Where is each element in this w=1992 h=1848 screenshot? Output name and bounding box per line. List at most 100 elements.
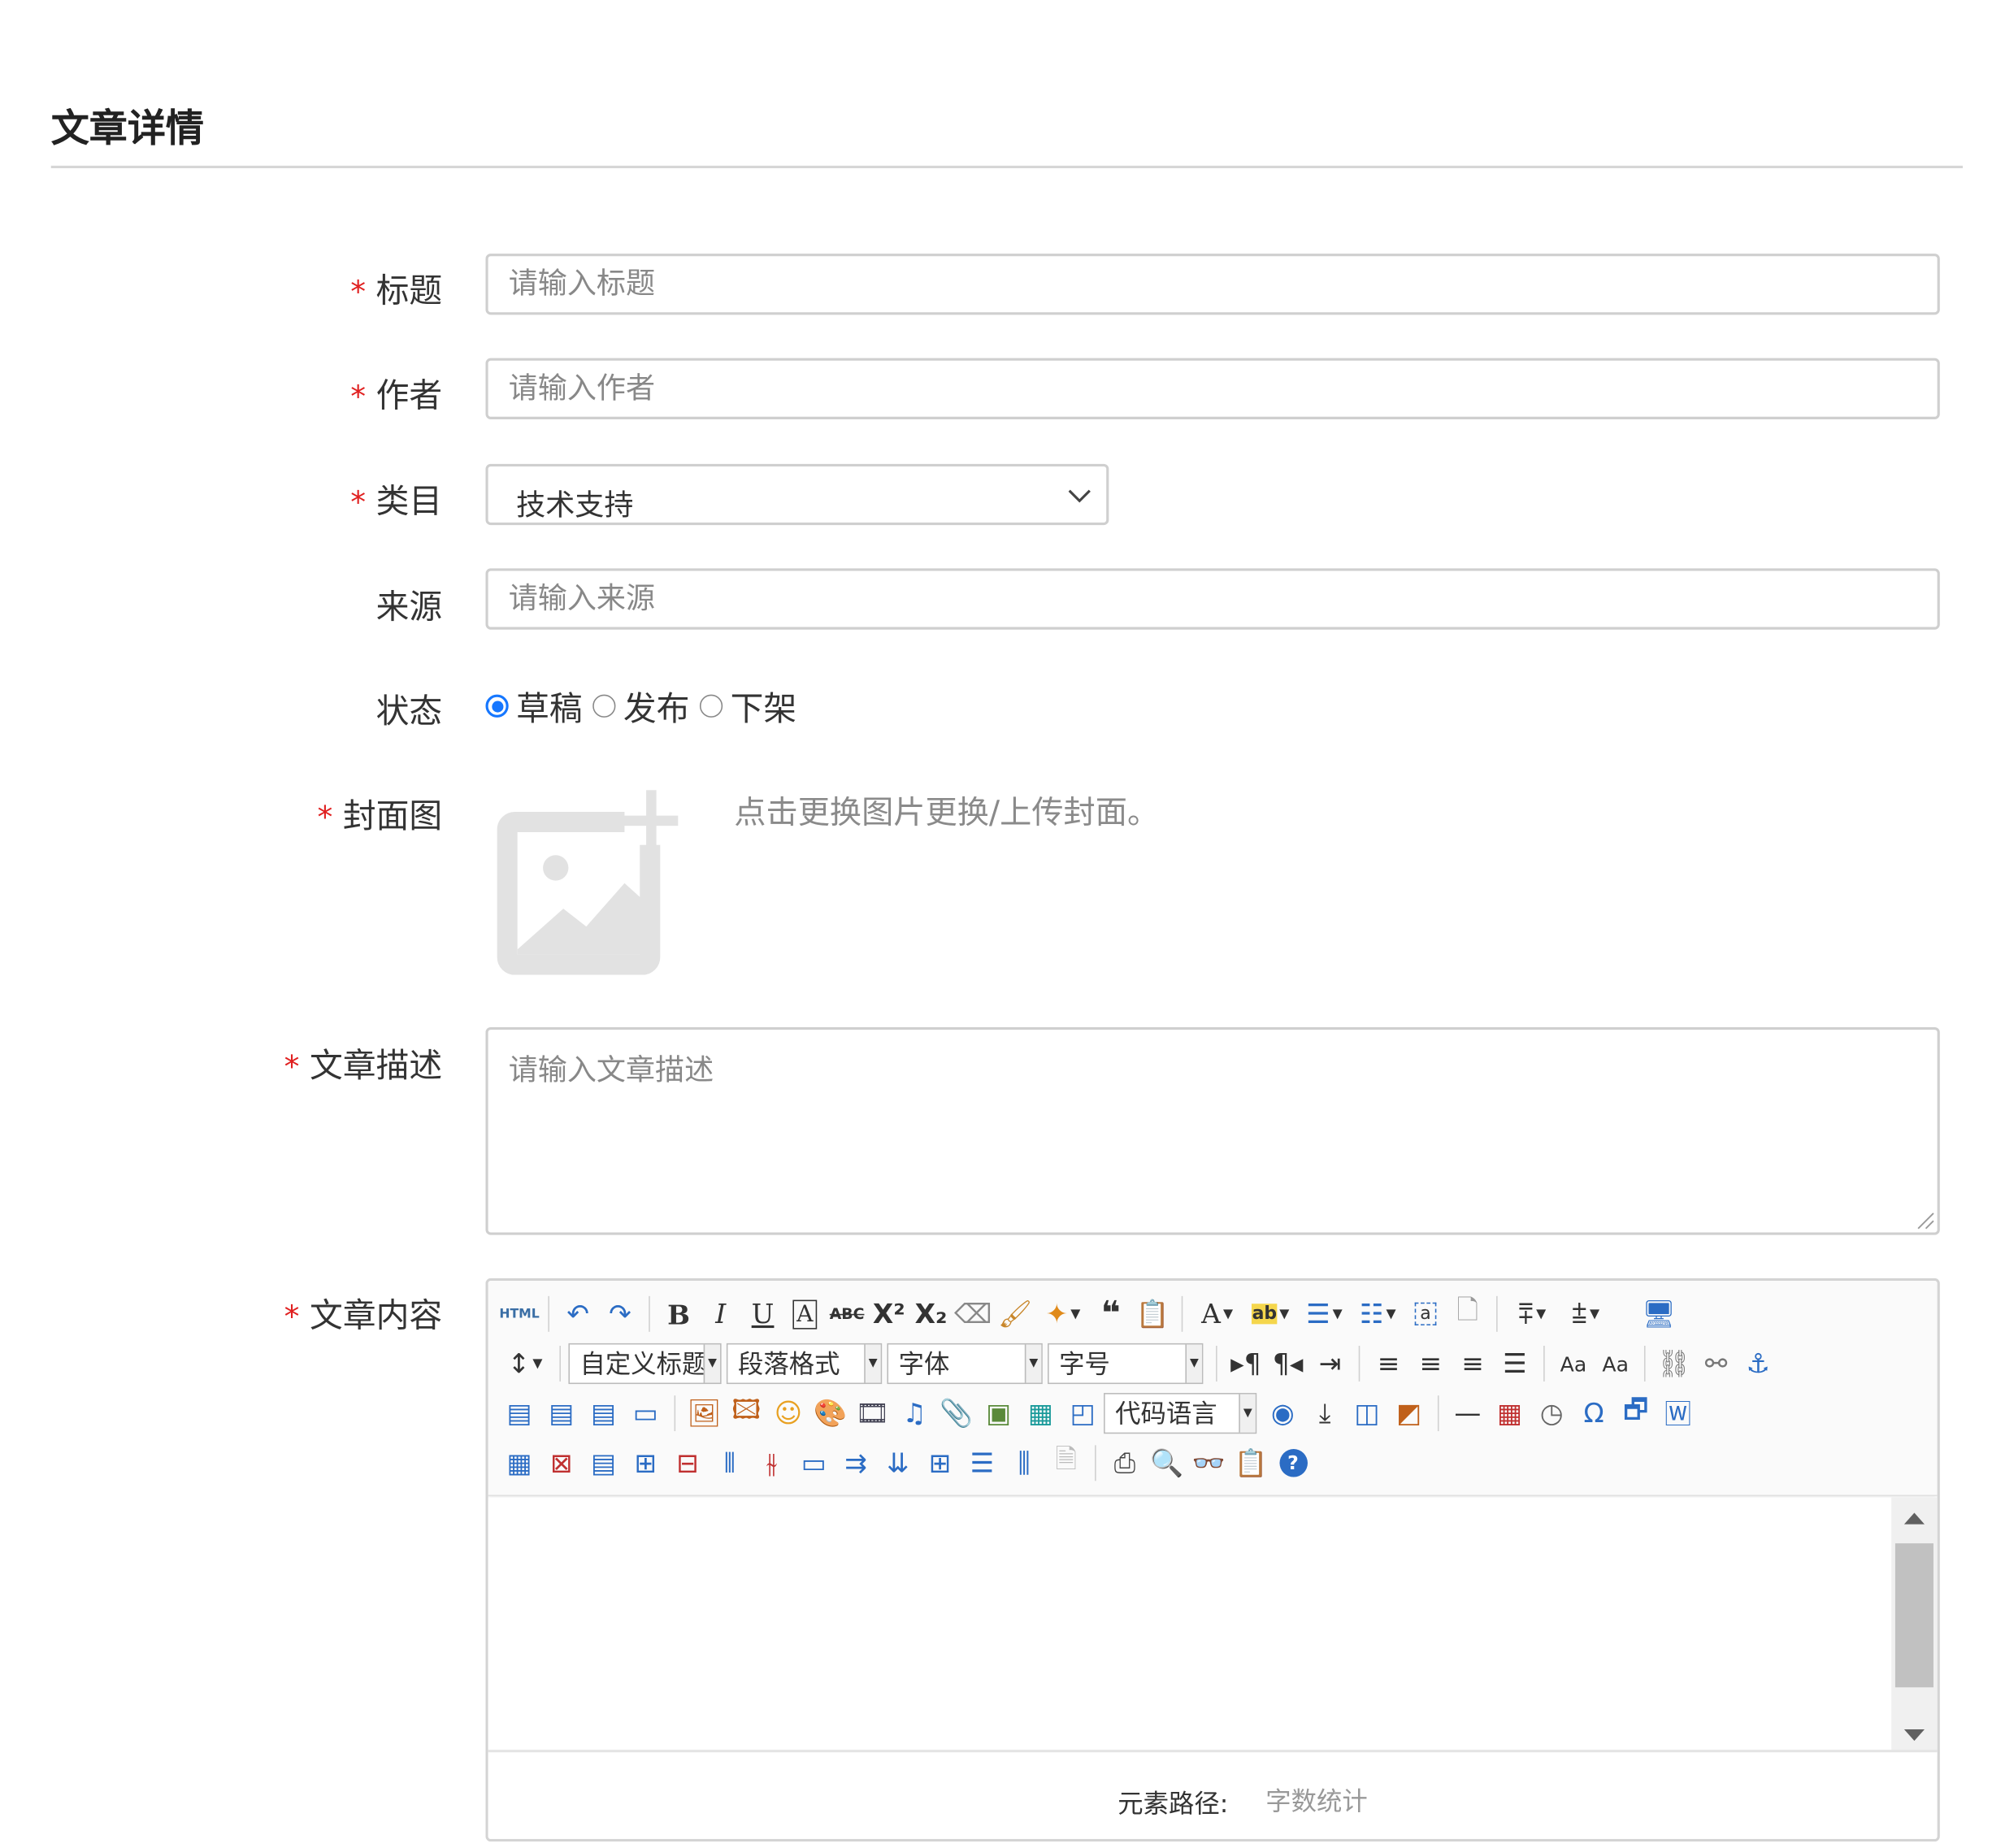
music-button[interactable]: ♫ bbox=[893, 1395, 935, 1433]
insert-row-button[interactable]: ⊞ bbox=[624, 1444, 666, 1482]
pagebreak-button[interactable]: ⤓ bbox=[1304, 1395, 1346, 1433]
print-button[interactable]: ⎙ bbox=[1104, 1444, 1146, 1482]
lowercase-button[interactable]: Aa bbox=[1595, 1344, 1637, 1382]
merge-right-button[interactable]: ⇉ bbox=[835, 1444, 877, 1482]
template-button[interactable]: ◫ bbox=[1346, 1395, 1388, 1433]
drafts-button[interactable]: 📋 bbox=[1230, 1444, 1272, 1482]
horizontal-rule-button[interactable]: — bbox=[1447, 1395, 1489, 1433]
word-image-button[interactable]: 🗗 bbox=[1615, 1394, 1657, 1433]
source-input[interactable]: 请输入来源 bbox=[485, 568, 1940, 630]
chart-button[interactable]: 🗎 bbox=[1045, 1443, 1087, 1482]
link-button[interactable]: ⛓ bbox=[1653, 1344, 1695, 1382]
undo-button[interactable]: ↶ bbox=[557, 1295, 599, 1333]
format-painter-button[interactable]: 🖌 bbox=[994, 1295, 1036, 1333]
background-button[interactable]: ◩ bbox=[1388, 1395, 1430, 1433]
font-border-button[interactable]: A bbox=[783, 1295, 826, 1333]
split-rows-button[interactable]: ☰ bbox=[961, 1444, 1003, 1482]
help-button[interactable]: ? bbox=[1272, 1444, 1314, 1482]
strikethrough-button[interactable]: ABC bbox=[826, 1295, 868, 1333]
paste-plain-button[interactable]: 📋 bbox=[1132, 1295, 1174, 1333]
editor-scrollbar[interactable] bbox=[1891, 1497, 1938, 1756]
font-color-button[interactable]: A ▼ bbox=[1191, 1295, 1244, 1333]
category-select[interactable]: 技术支持 bbox=[485, 463, 1109, 526]
image-none-button[interactable]: ▤ bbox=[498, 1395, 540, 1433]
delete-col-button[interactable]: ⫳ bbox=[751, 1444, 793, 1482]
emotion-button[interactable]: ☺ bbox=[767, 1395, 809, 1433]
select-all-button[interactable]: a bbox=[1404, 1295, 1447, 1333]
highlight-color-button[interactable]: ab ▼ bbox=[1244, 1295, 1298, 1333]
date-button[interactable]: ▦ bbox=[1489, 1395, 1531, 1433]
rtl-button[interactable]: ¶◂ bbox=[1267, 1344, 1309, 1382]
subscript-button[interactable]: X₂ bbox=[910, 1295, 953, 1333]
italic-button[interactable]: I bbox=[700, 1295, 742, 1333]
clear-doc-button[interactable]: 🗋 bbox=[1447, 1295, 1489, 1333]
insert-video-button[interactable]: 🎞 bbox=[852, 1395, 894, 1433]
insert-col-button[interactable]: ⫴ bbox=[709, 1444, 751, 1482]
image-right-button[interactable]: ▤ bbox=[583, 1395, 625, 1433]
delete-row-button[interactable]: ⊟ bbox=[666, 1444, 709, 1482]
image-center-button[interactable]: ▭ bbox=[624, 1395, 666, 1433]
word-import-button[interactable]: 🅆 bbox=[1657, 1395, 1699, 1433]
attachment-button[interactable]: 📎 bbox=[935, 1395, 978, 1433]
paragraph-format-combo[interactable]: 段落格式 ▼ bbox=[726, 1343, 883, 1385]
redo-button[interactable]: ↷ bbox=[599, 1295, 641, 1333]
search-replace-button[interactable]: 👓 bbox=[1188, 1444, 1230, 1482]
scroll-thumb[interactable] bbox=[1894, 1543, 1933, 1688]
image-placeholder-icon[interactable] bbox=[497, 783, 688, 975]
scroll-up-icon[interactable] bbox=[1903, 1512, 1925, 1525]
status-radio-publish[interactable] bbox=[592, 694, 616, 718]
merge-down-button[interactable]: ⇊ bbox=[877, 1444, 919, 1482]
align-center-button[interactable]: ≡ bbox=[1409, 1344, 1452, 1382]
unlink-button[interactable]: ⚯ bbox=[1695, 1344, 1738, 1382]
row-spacing-top-button[interactable]: ⩱ ▼ bbox=[1505, 1295, 1559, 1333]
scroll-down-icon[interactable] bbox=[1903, 1729, 1925, 1742]
remove-format-button[interactable]: ⌫ bbox=[952, 1295, 994, 1333]
editor-content-area[interactable] bbox=[488, 1497, 1938, 1756]
font-family-combo[interactable]: 字体 ▼ bbox=[887, 1343, 1043, 1385]
custom-heading-combo[interactable]: 自定义标题 ▼ bbox=[568, 1343, 722, 1385]
blockquote-button[interactable]: ❝ bbox=[1090, 1295, 1132, 1333]
split-cols-button[interactable]: ⫼ bbox=[1003, 1444, 1045, 1482]
preview-zoom-button[interactable]: 🔍 bbox=[1146, 1444, 1188, 1482]
insert-code-button[interactable]: ◰ bbox=[1061, 1395, 1104, 1433]
insert-frame-button[interactable]: ▣ bbox=[978, 1395, 1020, 1433]
delete-table-button[interactable]: ⊠ bbox=[540, 1444, 583, 1482]
insert-table-button[interactable]: ▦ bbox=[498, 1444, 540, 1482]
status-radio-draft[interactable] bbox=[485, 694, 509, 718]
image-left-button[interactable]: ▤ bbox=[540, 1395, 583, 1433]
status-option-draft[interactable]: 草稿 bbox=[516, 683, 583, 730]
anchor-button[interactable]: ⚓ bbox=[1737, 1344, 1779, 1382]
status-option-publish[interactable]: 发布 bbox=[623, 683, 690, 730]
split-cells-button[interactable]: ⊞ bbox=[919, 1444, 961, 1482]
underline-button[interactable]: U bbox=[742, 1295, 784, 1333]
insert-image-button[interactable]: 🖾 bbox=[725, 1394, 767, 1433]
special-chars-button[interactable]: Ω bbox=[1573, 1395, 1615, 1433]
simple-upload-button[interactable]: 🖼 bbox=[684, 1395, 726, 1433]
bold-button[interactable]: B bbox=[657, 1295, 700, 1333]
insert-caption-button[interactable]: ▤ bbox=[583, 1444, 625, 1482]
code-language-combo[interactable]: 代码语言 ▼ bbox=[1104, 1393, 1257, 1434]
justify-button[interactable]: ☰ bbox=[1494, 1344, 1536, 1382]
indent-button[interactable]: ⇥ bbox=[1309, 1344, 1352, 1382]
auto-typeset-button[interactable]: ✦ ▼ bbox=[1036, 1295, 1090, 1333]
preview-button[interactable]: 🖥 bbox=[1638, 1295, 1680, 1333]
insert-code-image-button[interactable]: ▦ bbox=[1020, 1395, 1062, 1433]
description-textarea[interactable]: 请输入文章描述 bbox=[485, 1026, 1940, 1235]
scrawl-button[interactable]: 🎨 bbox=[809, 1395, 852, 1433]
title-input[interactable]: 请输入标题 bbox=[485, 254, 1940, 315]
font-size-combo[interactable]: 字号 ▼ bbox=[1048, 1343, 1204, 1385]
resize-handle-icon[interactable] bbox=[1914, 1209, 1934, 1230]
ordered-list-button[interactable]: ☰ ▼ bbox=[1297, 1295, 1351, 1333]
align-left-button[interactable]: ≡ bbox=[1368, 1344, 1410, 1382]
superscript-button[interactable]: X² bbox=[868, 1295, 910, 1333]
status-radio-offline[interactable] bbox=[699, 694, 723, 718]
row-spacing-bottom-button[interactable]: ⩲ ▼ bbox=[1559, 1295, 1612, 1333]
merge-cells-button[interactable]: ▭ bbox=[792, 1444, 835, 1482]
status-option-offline[interactable]: 下架 bbox=[731, 683, 797, 730]
webapp-button[interactable]: ◉ bbox=[1262, 1395, 1304, 1433]
align-right-button[interactable]: ≡ bbox=[1452, 1344, 1494, 1382]
time-button[interactable]: ◷ bbox=[1530, 1395, 1573, 1433]
unordered-list-button[interactable]: ☷ ▼ bbox=[1351, 1295, 1404, 1333]
uppercase-button[interactable]: Aa bbox=[1552, 1344, 1595, 1382]
html-source-button[interactable]: HTML bbox=[498, 1295, 540, 1333]
